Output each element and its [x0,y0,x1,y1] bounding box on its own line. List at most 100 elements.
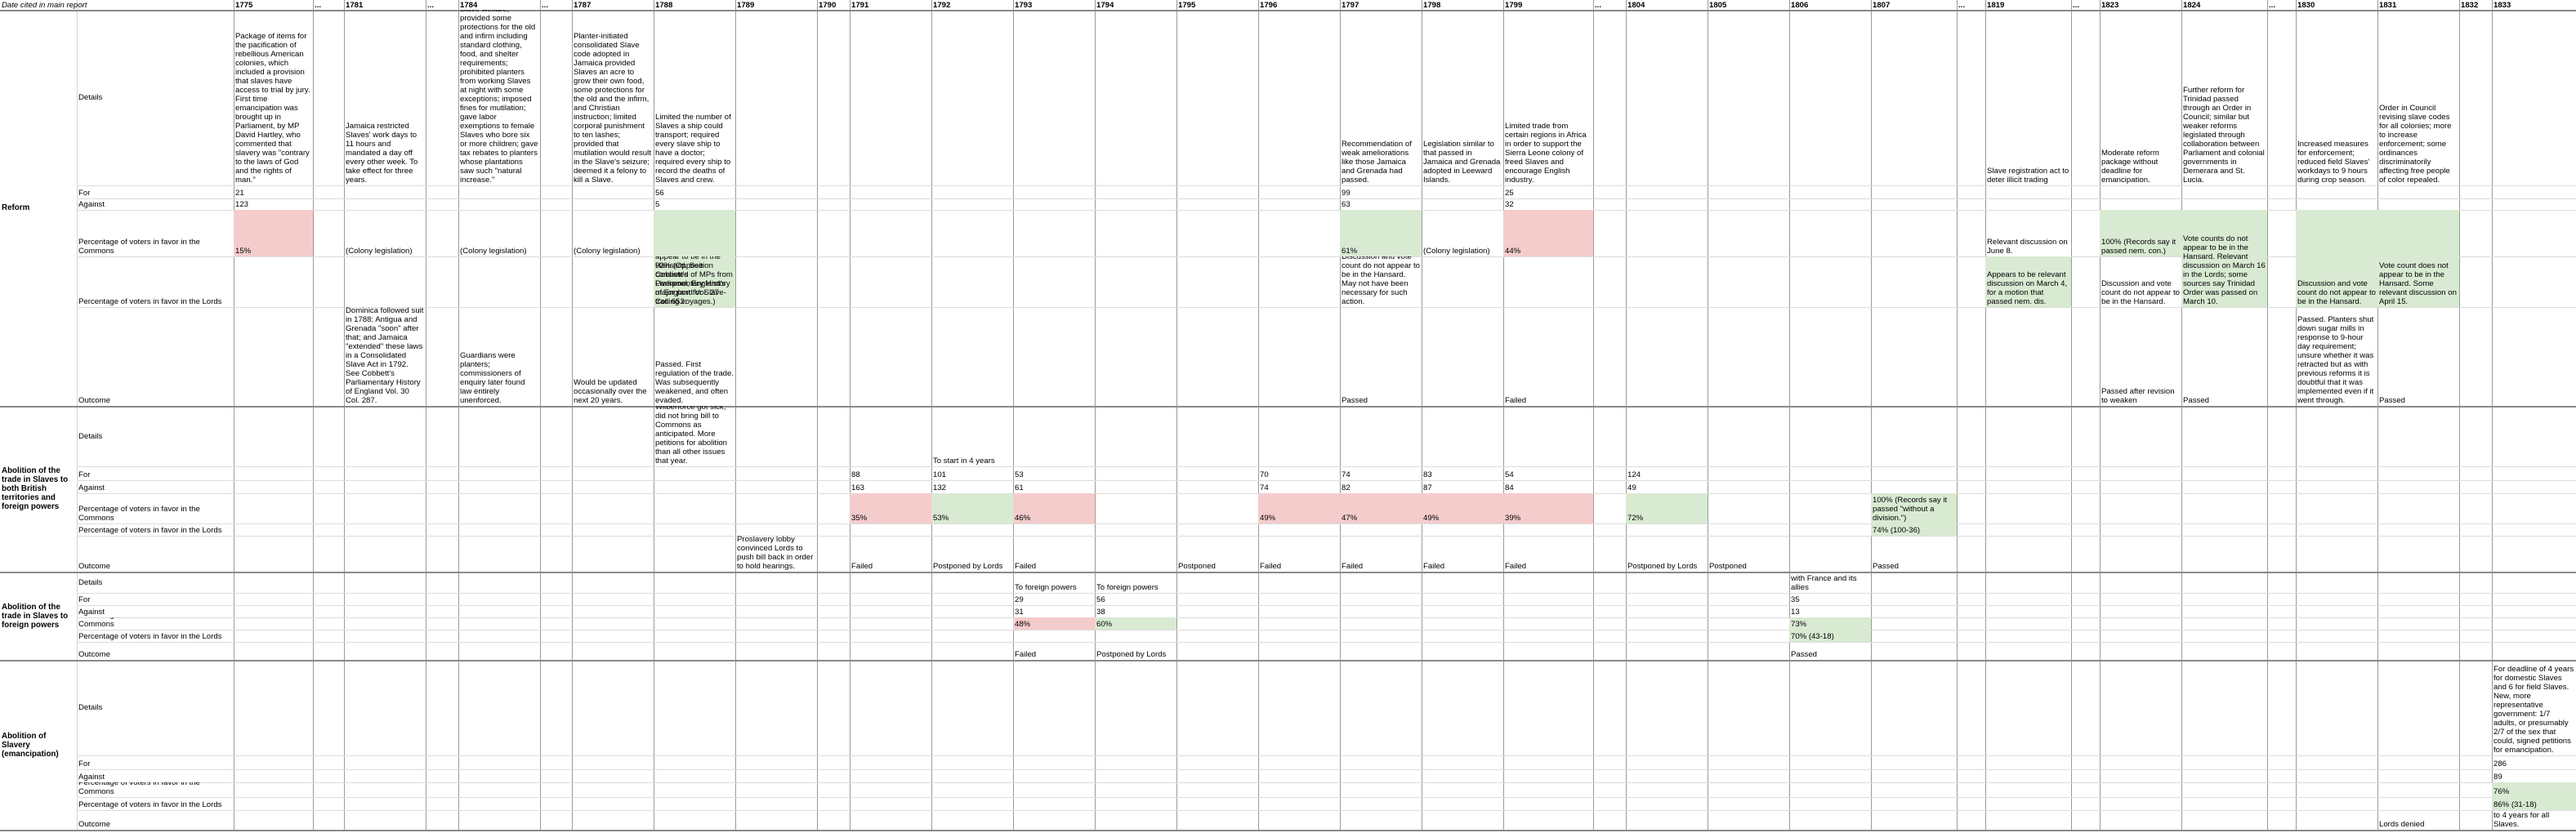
cell-for[interactable]: 83 [1422,466,1503,480]
cell-commons[interactable]: 47% [1340,493,1422,523]
cell-against[interactable]: 132 [931,480,1013,493]
year-header[interactable]: 1805 [1708,0,1789,10]
cell-against[interactable]: 13 [1789,605,1871,617]
year-header[interactable]: 1784 [458,0,540,10]
cell-for[interactable]: 53 [1013,466,1095,480]
cell-commons[interactable]: 48% [1013,617,1095,630]
cell-for[interactable]: 29 [1013,593,1095,605]
cell-commons[interactable]: 53% [931,493,1013,523]
cell-for[interactable]: 88 [850,466,931,480]
cell-against[interactable]: 32 [1503,198,1593,210]
cell-for[interactable]: 21 [234,185,313,198]
cell-for[interactable]: 35 [1789,593,1871,605]
cell-outcome[interactable]: Failed [1013,642,1095,660]
cell-outcome[interactable]: Passed [2181,307,2267,406]
cell-details[interactable]: Order in Council revising slave codes fo… [2377,10,2459,185]
year-header[interactable]: 1819 [1985,0,2071,10]
cell-against[interactable]: 31 [1013,605,1095,617]
cell-outcome[interactable]: Proslavery lobby convinced Lords to push… [735,536,817,572]
cell-commons[interactable]: (Colony legislation) [344,210,426,256]
cell-commons[interactable]: 39% [1503,493,1593,523]
cell-against[interactable]: 87 [1422,480,1503,493]
year-header[interactable]: 1789 [735,0,817,10]
year-header[interactable]: 1831 [2377,0,2459,10]
year-header[interactable]: 1781 [344,0,426,10]
cell-commons[interactable]: 44% [1503,210,1593,256]
cell-details[interactable]: Legislation similar to that passed in Ja… [1422,10,1503,185]
cell-commons[interactable]: 72% [1626,493,1708,523]
cell-lords[interactable]: Discussion and vote count do not appear … [2100,256,2181,307]
cell-outcome[interactable]: Passed [1789,642,1871,660]
year-header[interactable]: 1806 [1789,0,1871,10]
cell-outcome[interactable]: Postponed [1176,536,1258,572]
cell-for[interactable]: 99 [1340,185,1422,198]
cell-for[interactable]: 124 [1626,466,1708,480]
cell-outcome[interactable]: Passed [1340,307,1422,406]
cell-commons[interactable]: 49% [1258,493,1340,523]
cell-lords[interactable]: Appears to be relevant discussion on Mar… [1985,256,2071,307]
cell-outcome[interactable]: Lords denied [2377,810,2459,830]
cell-outcome[interactable]: Failed [1503,307,1593,406]
cell-for[interactable]: 56 [1095,593,1176,605]
cell-against[interactable]: 49 [1626,480,1708,493]
year-header[interactable]: 1823 [2100,0,2181,10]
cell-outcome[interactable]: Passed. Deadline subsequently changed to… [2492,810,2576,830]
year-header[interactable]: 1833 [2492,0,2576,10]
cell-against[interactable]: 63 [1340,198,1422,210]
cell-against[interactable]: 84 [1503,480,1593,493]
year-header[interactable]: 1804 [1626,0,1708,10]
cell-outcome[interactable]: Postponed [1708,536,1789,572]
cell-details[interactable]: Jamaica restricted Slaves' work days to … [344,10,426,185]
cell-details[interactable]: Limited the number of Slaves a ship coul… [654,10,735,185]
cell-lords[interactable]: Discussion and vote count do not appear … [1340,256,1422,307]
cell-against[interactable]: 89 [2492,769,2576,782]
cell-details[interactable]: Recommendation of weak ameliorations lik… [1340,10,1422,185]
year-header[interactable]: 1798 [1422,0,1503,10]
cell-commons[interactable]: 100% (Records say it passed nem. con.) [2100,210,2181,256]
cell-against[interactable]: 123 [234,198,313,210]
year-header[interactable]: ... [2267,0,2296,10]
cell-outcome[interactable]: Failed [1503,536,1593,572]
cell-lords[interactable]: Vote count does not appear to be in the … [654,256,735,307]
cell-against[interactable]: 38 [1095,605,1176,617]
cell-commons[interactable]: (Colony legislation) [1422,210,1503,256]
cell-outcome[interactable]: Guardians were planters; commissioners o… [458,307,540,406]
cell-commons[interactable]: 15% [234,210,313,256]
year-header[interactable]: 1830 [2296,0,2377,10]
cell-commons[interactable]: Vote counts do not appear to be in the H… [2181,210,2267,307]
year-header[interactable]: 1824 [2181,0,2267,10]
cell-lords[interactable]: 70% (43-18) [1789,630,1871,642]
year-header[interactable]: 1788 [654,0,735,10]
year-header[interactable]: 1832 [2459,0,2492,10]
cell-for[interactable]: 56 [654,185,735,198]
cell-details[interactable]: To foreign powers [1095,572,1176,593]
year-header[interactable]: ... [1957,0,1985,10]
cell-outcome[interactable]: Passed [2377,307,2459,406]
cell-details[interactable]: Slave registration act to deter illicit … [1985,10,2071,185]
cell-for[interactable]: 70 [1258,466,1340,480]
cell-outcome[interactable]: Failed [1258,536,1340,572]
cell-for[interactable]: 101 [931,466,1013,480]
cell-outcome[interactable]: Failed [1013,536,1095,572]
cell-outcome[interactable]: Dominica followed suit in 1788; Antigua … [344,307,426,406]
year-header[interactable]: 1792 [931,0,1013,10]
cell-outcome[interactable]: Postponed by Lords [931,536,1013,572]
cell-commons[interactable]: 49% [1422,493,1503,523]
cell-commons[interactable]: 35% [850,493,931,523]
cell-commons[interactable]: Discussion and vote count do not appear … [2296,210,2377,307]
cell-for[interactable]: 25 [1503,185,1593,198]
cell-outcome[interactable]: Passed. Planters shut down sugar mills i… [2296,307,2377,406]
cell-lords[interactable]: 74% (100-36) [1871,523,1957,536]
cell-commons[interactable]: (Colony legislation) [458,210,540,256]
cell-outcome[interactable]: Failed [1422,536,1503,572]
year-header[interactable]: 1790 [817,0,850,10]
cell-details[interactable]: Further reform for Trinidad passed throu… [2181,10,2267,185]
cell-for[interactable]: 286 [2492,755,2576,769]
cell-against[interactable]: 74 [1258,480,1340,493]
year-header[interactable]: 1794 [1095,0,1176,10]
cell-details[interactable]: Increased measures for enforcement; redu… [2296,10,2377,185]
cell-outcome[interactable]: Failed [850,536,931,572]
year-header[interactable]: 1797 [1340,0,1422,10]
cell-commons[interactable]: 73% [1789,617,1871,630]
cell-outcome[interactable]: Postponed by Lords [1626,536,1708,572]
